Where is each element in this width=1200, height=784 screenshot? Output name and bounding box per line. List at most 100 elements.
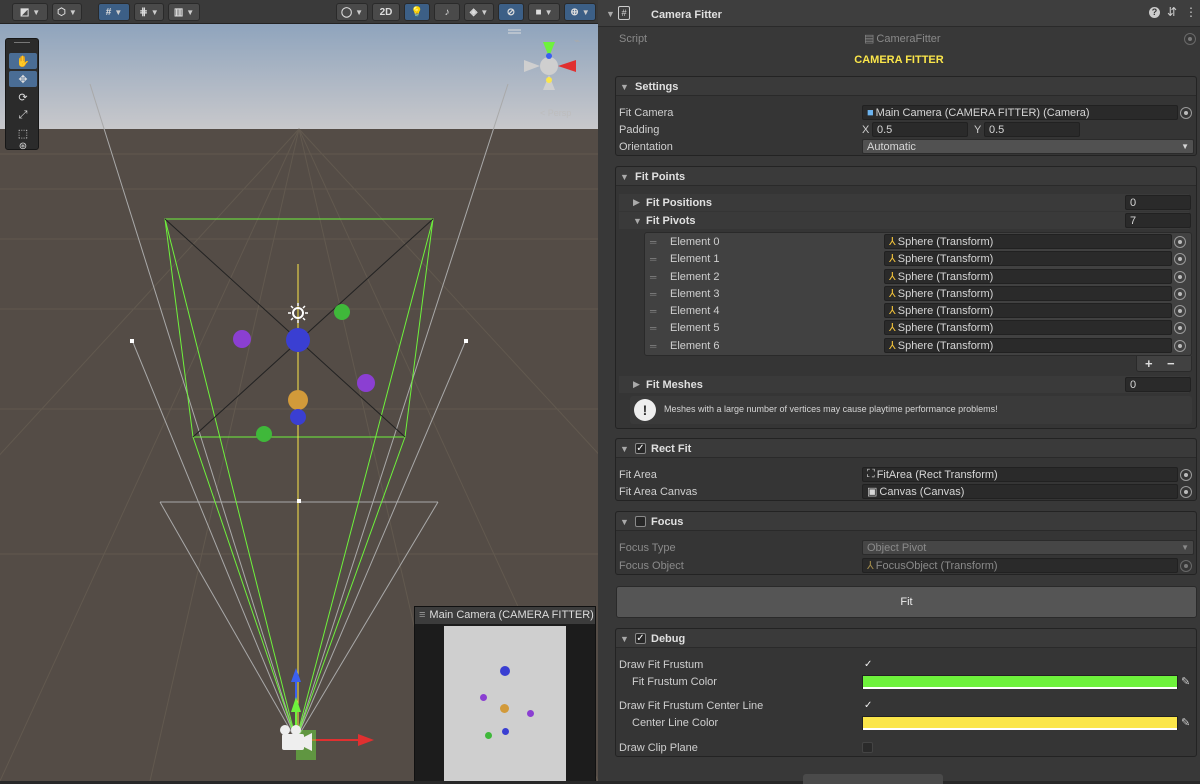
grid-visibility-dropdown[interactable]: ▥ ▼ [168, 3, 200, 21]
fit-meshes-row[interactable]: ▶ Fit Meshes 0 [619, 376, 1191, 393]
drag-handle-icon[interactable]: ═ [650, 307, 660, 316]
element-field[interactable]: ⅄ Sphere (Transform) [884, 269, 1172, 284]
component-header[interactable]: ▼ # Camera Fitter ? ⇵ ⋮ [598, 0, 1200, 27]
expand-triangle-icon[interactable]: ▶ [633, 379, 640, 390]
object-picker-icon[interactable] [1180, 107, 1192, 119]
move-tool-icon[interactable]: ✥ [9, 71, 37, 87]
hand-tool-icon[interactable]: ✋ [9, 53, 37, 69]
drag-handle-icon[interactable]: ═ [650, 273, 660, 282]
collapse-triangle-icon[interactable]: ▼ [620, 172, 629, 182]
collapse-triangle-icon[interactable]: ▼ [620, 444, 629, 454]
padding-y-field[interactable]: 0.5 [984, 122, 1080, 137]
drag-handle-icon[interactable]: ═ [650, 342, 660, 351]
drag-handle-icon[interactable]: ═ [650, 290, 660, 299]
eyedropper-icon[interactable]: ✎ [1181, 675, 1190, 688]
toggle-2d-button[interactable]: 2D [372, 3, 400, 21]
add-element-button[interactable]: + [1145, 356, 1153, 371]
rect-fit-toggle[interactable]: ✓ [635, 443, 646, 454]
debug-toggle[interactable]: ✓ [635, 633, 646, 644]
transform-tool-icon[interactable]: ⊛ [9, 141, 37, 152]
scale-tool-icon[interactable]: ⤢ [9, 107, 37, 123]
focus-type-dropdown[interactable]: Object Pivot ▼ [862, 540, 1194, 555]
collapse-triangle-icon[interactable]: ▼ [633, 216, 642, 226]
element-field[interactable]: ⅄ Sphere (Transform) [884, 320, 1172, 335]
drag-handle-icon[interactable]: ═ [650, 324, 660, 333]
lock-icon[interactable]: ⌁ [574, 36, 580, 47]
rotate-tool-icon[interactable]: ⟳ [9, 89, 37, 105]
expand-triangle-icon[interactable]: ▶ [633, 197, 640, 208]
fit-pivots-size-field[interactable]: 7 [1125, 213, 1191, 228]
camera-settings-dropdown[interactable]: ■ ▼ [528, 3, 560, 21]
object-picker-icon[interactable] [1174, 288, 1186, 300]
help-icon[interactable]: ? [1149, 7, 1160, 18]
fit-frustum-color-swatch[interactable] [862, 675, 1178, 689]
object-picker-icon[interactable] [1180, 560, 1192, 572]
rect-fit-header[interactable]: ▼ ✓ Rect Fit [616, 439, 1196, 458]
fit-pivots-row[interactable]: ▼ Fit Pivots 7 [619, 212, 1191, 229]
fit-area-field[interactable]: ⛶ FitArea (Rect Transform) [862, 467, 1178, 482]
collapse-triangle-icon[interactable]: ▼ [620, 634, 629, 644]
element-field[interactable]: ⅄ Sphere (Transform) [884, 251, 1172, 266]
grid-plane-icon: ▥ [173, 6, 184, 18]
object-picker-icon[interactable] [1180, 486, 1192, 498]
object-picker-icon[interactable] [1174, 322, 1186, 334]
draw-fit-frustum-checkbox[interactable]: ✓ [864, 659, 872, 670]
object-picker-icon[interactable] [1180, 469, 1192, 481]
scene-visibility-toggle[interactable]: ⊘ [498, 3, 524, 21]
object-picker-icon[interactable] [1174, 340, 1186, 352]
fit-camera-field[interactable]: ■ Main Camera (CAMERA FITTER) (Camera) [862, 105, 1178, 120]
collapse-triangle-icon[interactable]: ▼ [606, 9, 615, 19]
scene-view[interactable]: ◩ ▼ ⬡ ▼ # ▼ ⋕ ▼ ▥ ▼ ◯ ▼ 2D 💡 ♪ ◈ ▼ ⊘ ■ ▼ ⊕ ▼ [0, 0, 598, 781]
collapse-triangle-icon[interactable]: ▼ [620, 82, 629, 92]
more-menu-icon[interactable]: ⋮ [1185, 5, 1197, 19]
orientation-dropdown[interactable]: Automatic ▼ [862, 139, 1194, 154]
scene-viewport[interactable]: ⌁ ✋ ✥ ⟳ ⤢ ⬚ ⊛ < Persp ≡ Main Camera (CAME… [0, 24, 598, 781]
presets-icon[interactable]: ⇵ [1167, 5, 1177, 19]
focus-header[interactable]: ▼ Focus [616, 512, 1196, 531]
add-component-button[interactable] [803, 774, 943, 784]
effects-dropdown[interactable]: ◈ ▼ [464, 3, 494, 21]
object-picker-icon[interactable] [1174, 253, 1186, 265]
gizmo-icon: ⊕ [570, 6, 579, 18]
fit-area-canvas-field[interactable]: ▣ Canvas (Canvas) [862, 484, 1178, 499]
debug-header[interactable]: ▼ ✓ Debug [616, 629, 1196, 648]
padding-x-field[interactable]: 0.5 [872, 122, 968, 137]
audio-toggle[interactable]: ♪ [434, 3, 460, 21]
draw-center-line-checkbox[interactable]: ✓ [864, 700, 872, 711]
object-picker-icon[interactable] [1174, 236, 1186, 248]
remove-element-button[interactable]: − [1167, 356, 1175, 371]
draw-clip-plane-checkbox[interactable] [862, 742, 873, 753]
fit-meshes-size-field[interactable]: 0 [1125, 377, 1191, 392]
drag-handle-icon[interactable]: ═ [650, 238, 660, 247]
settings-header[interactable]: ▼ Settings [616, 77, 1196, 96]
object-picker-icon[interactable] [1174, 305, 1186, 317]
lighting-toggle[interactable]: 💡 [404, 3, 430, 21]
element-field[interactable]: ⅄ Sphere (Transform) [884, 286, 1172, 301]
focus-object-field[interactable]: ⅄ FocusObject (Transform) [862, 558, 1178, 573]
list-item: ═ Element 3 ⅄ Sphere (Transform) [598, 285, 1200, 302]
render-mode-dropdown[interactable]: ⬡ ▼ [52, 3, 82, 21]
rect-tool-icon[interactable]: ⬚ [9, 125, 37, 141]
collapse-triangle-icon[interactable]: ▼ [620, 517, 629, 527]
object-picker-icon[interactable] [1174, 271, 1186, 283]
fit-positions-size-field[interactable]: 0 [1125, 195, 1191, 210]
fit-points-header[interactable]: ▼ Fit Points [616, 167, 1196, 186]
center-line-color-swatch[interactable] [862, 716, 1178, 730]
fit-button[interactable]: Fit [616, 586, 1197, 618]
grid-snap-dropdown[interactable]: # ▼ [98, 3, 130, 21]
fit-frustum-color-row: Fit Frustum Color ✎ [632, 675, 1191, 689]
drag-handle-icon[interactable]: ═ [650, 255, 660, 264]
debug-group: ▼ ✓ Debug [615, 628, 1197, 757]
element-field[interactable]: ⅄ Sphere (Transform) [884, 234, 1172, 249]
gizmos-dropdown[interactable]: ⊕ ▼ [564, 3, 596, 21]
fit-positions-row[interactable]: ▶ Fit Positions 0 [619, 194, 1191, 211]
cube-icon: ⬡ [57, 6, 66, 18]
shading-mode-dropdown[interactable]: ◯ ▼ [336, 3, 368, 21]
element-field[interactable]: ⅄ Sphere (Transform) [884, 303, 1172, 318]
increment-snap-dropdown[interactable]: ⋕ ▼ [134, 3, 164, 21]
focus-toggle[interactable] [635, 516, 646, 527]
draw-mode-dropdown[interactable]: ◩ ▼ [12, 3, 48, 21]
element-field[interactable]: ⅄ Sphere (Transform) [884, 338, 1172, 353]
eyedropper-icon[interactable]: ✎ [1181, 716, 1190, 729]
projection-label[interactable]: < Persp [540, 108, 571, 118]
